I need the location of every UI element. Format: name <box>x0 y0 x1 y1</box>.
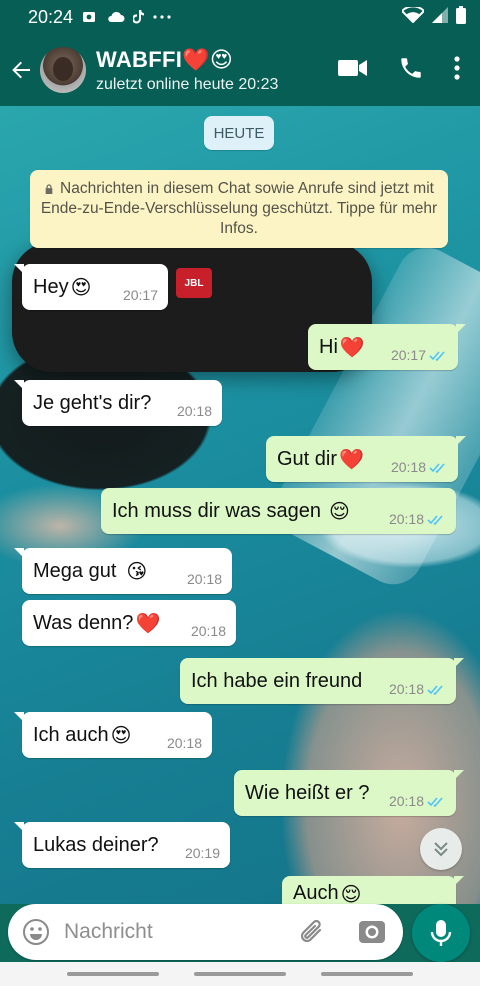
attach-icon[interactable] <box>298 916 328 953</box>
camera-icon[interactable] <box>358 918 386 949</box>
last-seen-status: zuletzt online heute 20:23 <box>96 75 279 93</box>
message-text: Hey <box>33 275 69 298</box>
overflow-menu-icon[interactable] <box>454 55 460 85</box>
read-ticks-icon <box>427 685 443 695</box>
message-bubble-incoming[interactable]: Was denn? ❤️ 20:18 <box>22 600 236 646</box>
message-time: 20:18 <box>390 459 426 475</box>
message-text: Was denn? <box>33 611 134 634</box>
message-time: 20:17 <box>390 347 426 363</box>
message-time: 20:17 <box>122 287 158 303</box>
message-text: Ich habe ein freund <box>191 669 363 692</box>
message-emoji: ❤️ <box>339 448 364 471</box>
encryption-notice[interactable]: Nachrichten in diesem Chat sowie Anrufe … <box>30 170 448 248</box>
message-bubble-incoming[interactable]: Je geht's dir? 20:18 <box>14 380 222 426</box>
message-text: Gut dir <box>277 447 338 470</box>
message-bubble-outgoing-partial[interactable]: Auch 😌 <box>282 876 464 904</box>
message-bubble-incoming[interactable]: Hey 😍 20:17 <box>14 264 168 310</box>
status-bar: 20:24 <box>0 0 480 34</box>
message-input[interactable]: Nachricht <box>8 904 403 960</box>
message-text: Wie heißt er ? <box>245 781 370 804</box>
message-time: 20:18 <box>190 623 226 639</box>
message-time: 20:18 <box>388 511 424 527</box>
date-chip: HEUTE <box>204 116 274 150</box>
message-input-placeholder: Nachricht <box>64 920 153 943</box>
tiktok-icon <box>133 10 145 24</box>
battery-icon <box>456 5 466 29</box>
message-text: Mega gut <box>33 559 117 582</box>
message-time: 20:18 <box>388 793 424 809</box>
message-bubble-incoming[interactable]: Lukas deiner? 20:19 <box>14 822 230 868</box>
mic-button[interactable] <box>412 904 470 962</box>
message-emoji: 😍 <box>110 724 132 747</box>
message-text: Lukas deiner? <box>33 833 159 856</box>
message-text: Je geht's dir? <box>33 391 152 414</box>
phone-call-icon[interactable] <box>398 55 424 86</box>
emoji-icon[interactable] <box>8 904 64 960</box>
nav-back[interactable] <box>320 972 413 976</box>
message-time: 20:18 <box>388 681 424 697</box>
status-time: 20:24 <box>28 6 74 27</box>
cloud-icon <box>107 11 125 23</box>
read-ticks-icon <box>427 797 443 807</box>
composer-bar: Nachricht <box>0 904 480 962</box>
message-time: 20:18 <box>166 735 202 751</box>
back-arrow-icon[interactable] <box>4 34 38 106</box>
avatar[interactable] <box>40 47 86 93</box>
message-emoji: ❤️ <box>135 612 161 635</box>
chat-header: WABFFI❤️😍 zuletzt online heute 20:23 <box>0 34 480 106</box>
chat-area[interactable]: JBL HEUTE Nachrichten in diesem Chat sow… <box>0 106 480 904</box>
message-bubble-incoming[interactable]: Mega gut 😘 20:18 <box>14 548 232 594</box>
read-ticks-icon <box>429 351 445 361</box>
message-emoji: 😌 <box>340 884 362 904</box>
read-ticks-icon <box>429 463 445 473</box>
contact-name-text: WABFFI <box>96 46 183 72</box>
lock-icon <box>45 184 53 194</box>
video-notification-icon <box>83 11 99 23</box>
message-bubble-incoming[interactable]: Ich auch 😍 20:18 <box>14 712 212 758</box>
read-ticks-icon <box>427 515 443 525</box>
message-bubble-outgoing[interactable]: Ich muss dir was sagen 😌 20:18 <box>101 488 456 534</box>
system-navigation-bar <box>0 962 480 986</box>
message-bubble-outgoing[interactable]: Gut dir ❤️ 20:18 <box>266 436 466 482</box>
message-time: 20:19 <box>184 845 220 861</box>
more-dots-icon <box>153 15 171 19</box>
message-time: 20:18 <box>176 403 212 419</box>
message-bubble-outgoing[interactable]: Wie heißt er ? 20:18 <box>234 770 464 816</box>
double-chevron-down-icon <box>434 842 448 857</box>
message-text: Ich auch <box>33 723 109 746</box>
message-bubble-outgoing[interactable]: Hi ❤️ 20:17 <box>308 324 466 370</box>
contact-name: WABFFI❤️😍 <box>96 47 338 73</box>
scroll-to-bottom-button[interactable] <box>420 828 462 870</box>
message-text: Auch <box>293 882 339 904</box>
signal-icon <box>432 6 448 28</box>
wallpaper-logo: JBL <box>176 268 212 298</box>
message-time: 20:18 <box>186 571 222 587</box>
message-text: Hi <box>319 335 338 358</box>
contact-info[interactable]: WABFFI❤️😍 zuletzt online heute 20:23 <box>96 47 338 94</box>
encryption-notice-text: Nachrichten in diesem Chat sowie Anrufe … <box>40 180 438 237</box>
message-emoji: 😌 <box>328 500 350 523</box>
message-bubble-outgoing[interactable]: Ich habe ein freund 20:18 <box>180 658 464 704</box>
nav-recents[interactable] <box>67 972 160 976</box>
mic-icon <box>430 920 452 946</box>
message-emoji: ❤️ <box>339 336 365 359</box>
message-emoji: 😍 <box>70 276 92 299</box>
nav-home[interactable] <box>193 972 286 976</box>
message-emoji: 😘 <box>126 560 148 583</box>
contact-name-emojis: ❤️😍 <box>182 46 234 72</box>
message-text: Ich muss dir was sagen <box>112 499 321 522</box>
wifi-icon <box>400 4 426 28</box>
video-call-icon[interactable] <box>338 58 368 83</box>
